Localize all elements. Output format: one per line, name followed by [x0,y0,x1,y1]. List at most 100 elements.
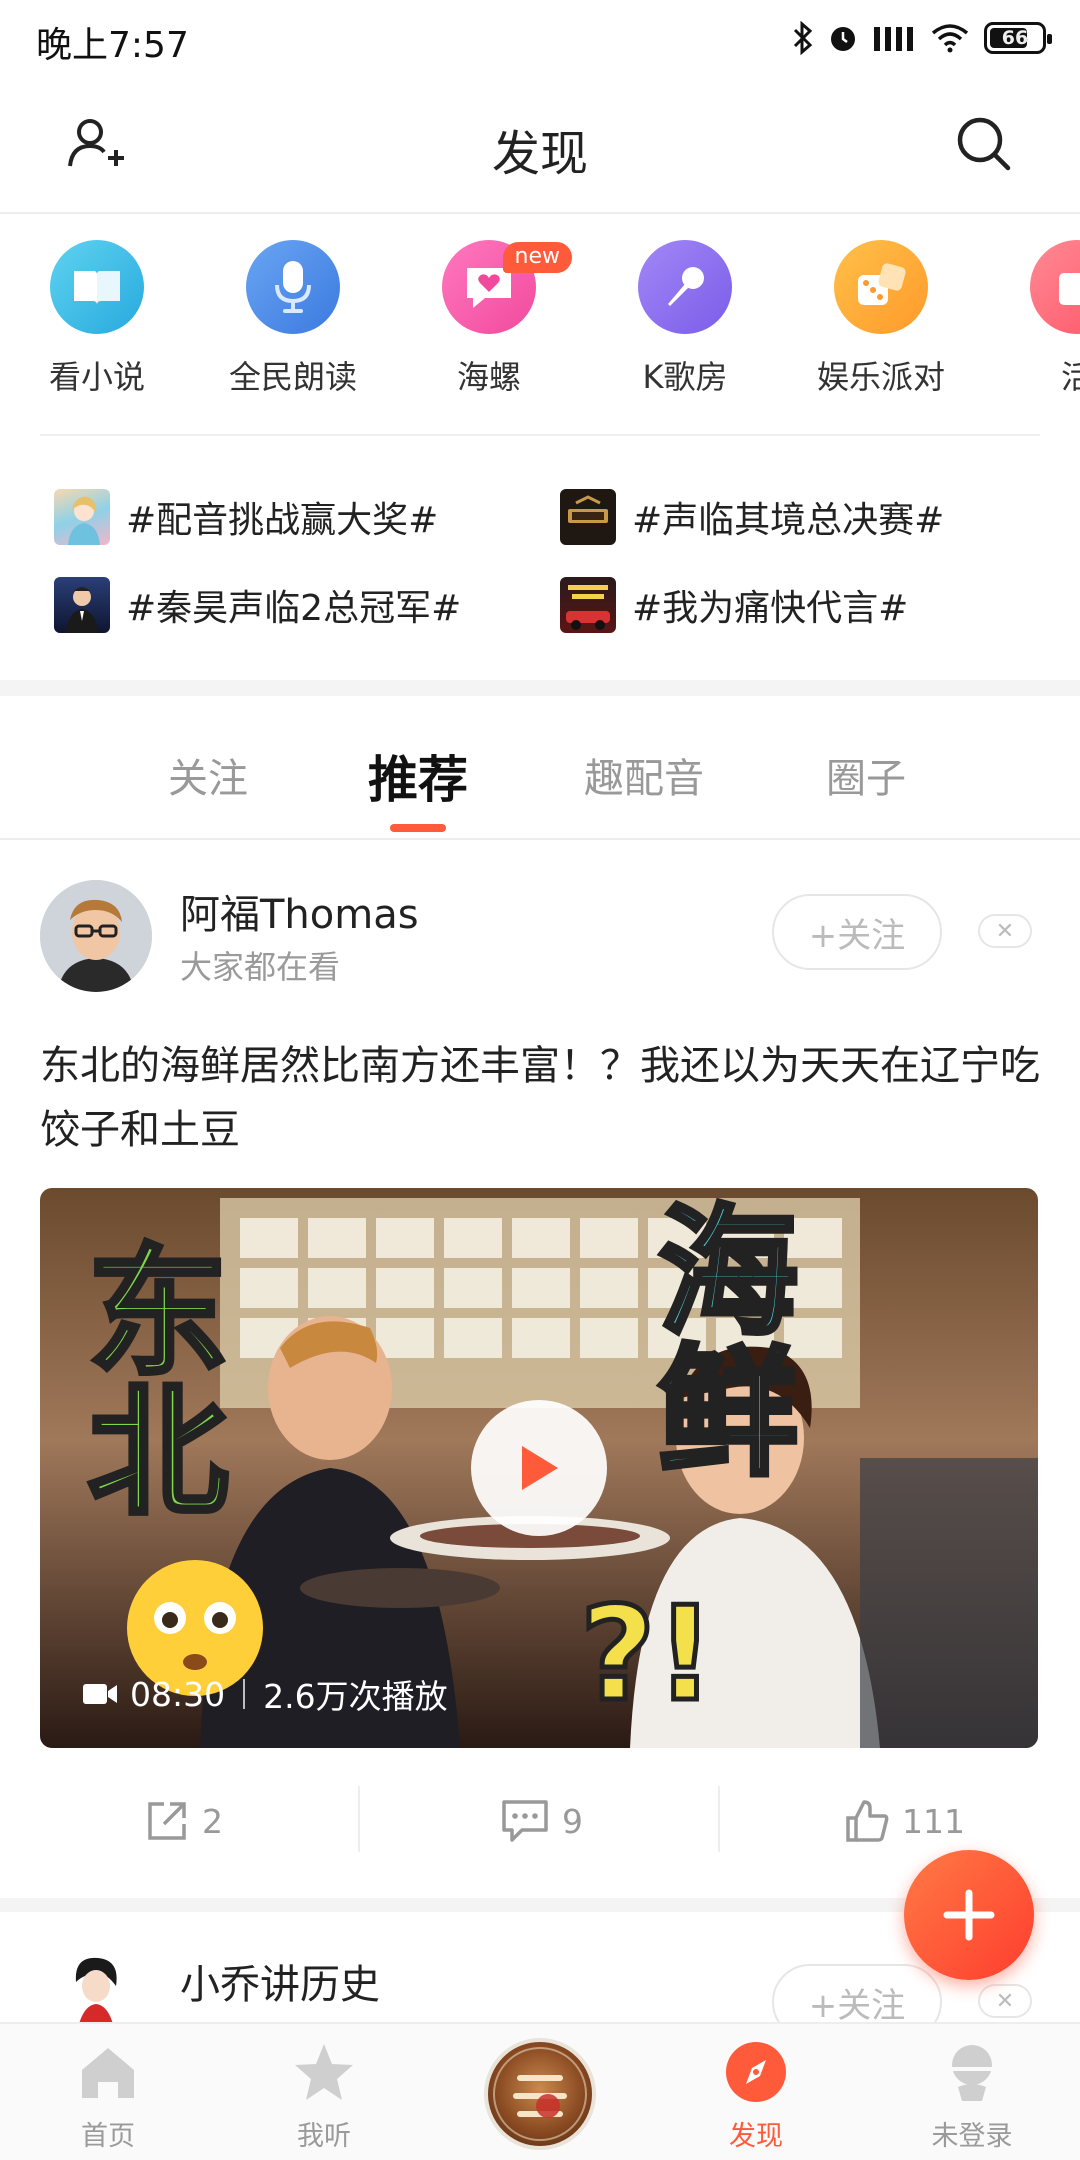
battery-level: 66 [1001,27,1029,49]
author-subtitle: 大家都在看 [180,2014,340,2022]
now-playing-button[interactable] [484,2038,596,2150]
comment-icon [502,1800,548,1842]
topic-thumbnail [54,577,110,633]
calendar-icon [1030,240,1080,334]
create-post-button[interactable] [904,1850,1034,1980]
status-time: 晚上7:57 [36,25,189,66]
user-icon [936,2036,1008,2108]
page-title: 发现 [491,126,588,182]
home-icon [72,2036,144,2108]
category-label: K歌房 [642,358,728,396]
category-label: 娱乐派对 [816,358,945,396]
avatar[interactable] [40,880,152,992]
category-party[interactable]: 娱乐派对 [806,240,956,398]
alarm-icon [831,27,855,51]
video-player[interactable]: 东北 海鲜 ?! 08:30 2.6万次播放 [40,1188,1038,1748]
dismiss-button[interactable]: ✕ [978,1984,1032,2018]
category-novel[interactable]: 看小说 [22,240,172,398]
author-subtitle: 大家都在看 [180,948,341,986]
action-separator [718,1786,720,1852]
author-name[interactable]: 阿福Thomas [180,882,419,940]
share-button[interactable]: 2 [144,1798,223,1844]
search-button[interactable] [952,112,1016,176]
video-camera-icon [83,1684,117,1704]
karaoke-mic-icon [638,240,732,334]
nav-profile[interactable]: 未登录 [902,2036,1042,2153]
bottom-nav: 首页 我听 发现 未登录 [0,2022,1080,2160]
category-row: 看小说 全民朗读 new 海螺 K歌房 娱乐派对 活 [0,214,1080,434]
topic-item[interactable]: #秦昊声临2总冠军# [54,576,461,634]
topic-item[interactable]: #我为痛快代言# [560,576,908,634]
category-karaoke[interactable]: K歌房 [610,240,760,398]
tab-circles[interactable]: 圈子 [826,746,906,804]
meta-separator [243,1679,246,1709]
topic-label: #配音挑战赢大奖# [126,500,439,541]
topic-label: #声临其境总决赛# [632,500,945,541]
topic-label: #秦昊声临2总冠军# [126,588,462,629]
nav-label: 未登录 [931,2121,1013,2152]
nav-label: 首页 [81,2121,135,2152]
video-plays: 2.6万次播放 [263,1677,448,1716]
category-label: 看小说 [48,358,145,396]
video-title-left: 东北 [62,1236,230,1521]
category-label: 全民朗读 [228,358,357,396]
share-count: 2 [202,1801,223,1841]
category-reading[interactable]: 全民朗读 [218,240,368,398]
new-badge: new [502,242,572,273]
nav-discover[interactable]: 发现 [686,2036,826,2153]
tab-following[interactable]: 关注 [168,746,248,804]
author-name[interactable]: 小乔讲历史 [180,1952,380,2010]
active-tab-indicator [390,824,446,832]
like-count: 111 [902,1801,965,1841]
video-duration: 08:30 [130,1674,226,1714]
hot-topics: #配音挑战赢大奖# #声临其境总决赛# #秦昊声临2总冠军# #我为痛快代言# [0,436,1080,680]
header: 发现 [0,78,1080,214]
share-icon [148,1802,186,1840]
topic-label: #我为痛快代言# [632,588,909,629]
video-exclaim: ?! [578,1576,718,1733]
dismiss-button[interactable]: ✕ [978,914,1032,948]
plus-icon [943,1889,995,1941]
nav-label: 发现 [729,2121,783,2152]
tab-fun-dubbing[interactable]: 趣配音 [584,746,704,804]
nav-listening[interactable]: 我听 [254,2036,394,2153]
section-divider [0,680,1080,696]
category-label: 活 [1060,358,1080,396]
topic-item[interactable]: #声临其境总决赛# [560,488,944,546]
tab-recommended[interactable]: 推荐 [368,740,468,812]
album-cover-icon [493,2047,587,2141]
microphone-icon [246,240,340,334]
feed-tabs: 关注 推荐 趣配音 圈子 [0,696,1080,840]
comment-count: 9 [562,1801,583,1841]
heart-chat-icon: new [442,240,572,334]
follow-button[interactable]: +关注 [772,1964,942,2022]
comment-button[interactable]: 9 [500,1798,583,1844]
search-icon [957,117,1011,171]
category-conch[interactable]: new 海螺 [414,240,572,398]
nav-home[interactable]: 首页 [38,2036,178,2153]
nav-label: 我听 [297,2121,351,2152]
play-button[interactable] [471,1400,607,1536]
feed-post: 阿福Thomas 大家都在看 +关注 ✕ 东北的海鲜居然比南方还丰富！？我还以为… [0,842,1080,1898]
status-bar: 晚上7:57 66 [0,0,1080,78]
star-icon [288,2036,360,2108]
avatar[interactable] [56,1952,136,2022]
play-icon [522,1446,558,1490]
post-text[interactable]: 东北的海鲜居然比南方还丰富！？我还以为天天在辽宁吃饺子和土豆 [40,1034,1040,1162]
signal-icon [874,27,913,51]
topic-thumbnail [560,489,616,545]
follow-button[interactable]: +关注 [772,894,942,970]
like-button[interactable]: 111 [844,1798,965,1844]
topic-thumbnail [54,489,110,545]
wifi-icon [931,24,969,53]
status-icons: 66 [792,18,1052,58]
category-activity[interactable]: 活 [1002,240,1080,398]
post-actions: 2 9 111 [0,1778,1080,1874]
dice-icon [834,240,928,334]
topic-item[interactable]: #配音挑战赢大奖# [54,488,438,546]
video-title-right: 海鲜 [632,1196,800,1481]
thumbs-up-icon [846,1800,889,1842]
compass-icon [720,2036,792,2108]
video-meta: 08:30 2.6万次播放 [82,1670,448,1718]
book-icon [50,240,144,334]
